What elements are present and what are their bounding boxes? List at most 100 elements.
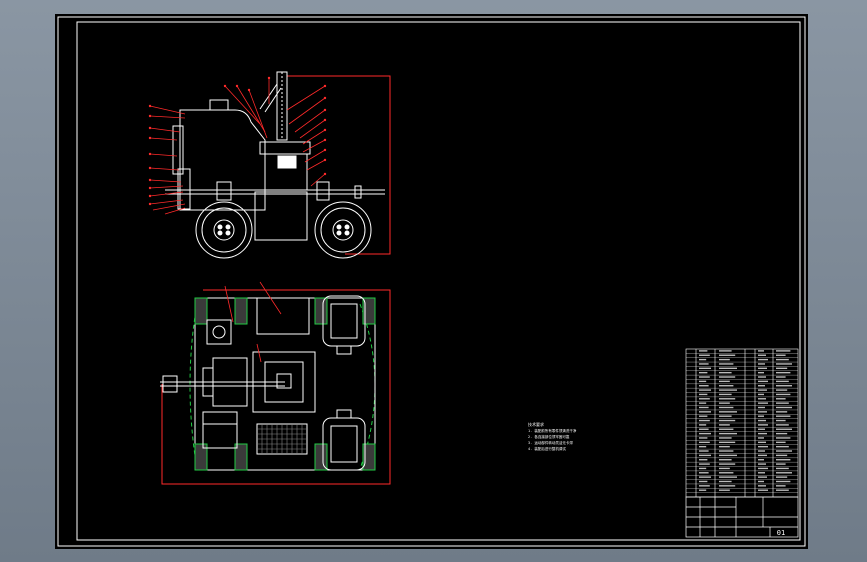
parts-list-cell-mark [758, 489, 768, 491]
parts-list-cell-mark [699, 432, 711, 435]
parts-list-cell-mark [758, 367, 767, 370]
side-view [165, 71, 391, 259]
top-view-leaders [224, 281, 282, 363]
parts-list-cell-mark [776, 467, 789, 470]
parts-list-cell-mark [758, 450, 765, 452]
parts-list-cell-mark [699, 467, 707, 470]
parts-list-cell-mark [719, 428, 734, 430]
lower-left-block [202, 411, 238, 449]
parts-list-cell-mark [699, 419, 710, 422]
mechanism-core [277, 155, 297, 169]
parts-list-cell-mark [719, 472, 734, 474]
parts-list-cell-mark [719, 411, 737, 413]
parts-list-cell-mark [699, 385, 709, 387]
note-line: 1. 装配前所有零件须清洗干净 [528, 428, 577, 433]
parts-list-cell-mark [776, 472, 792, 474]
parts-list-cell-mark [719, 398, 736, 400]
parts-list-cell-mark [776, 376, 786, 378]
parts-list-cell-mark [758, 424, 768, 426]
parts-list-cell-mark [719, 441, 736, 444]
chassis-box [254, 191, 308, 241]
parts-list-cell-mark [776, 358, 789, 361]
parts-list-cell-mark [719, 480, 732, 483]
inclined-strut [259, 83, 278, 110]
parts-list-cell-mark [758, 419, 766, 422]
parts-list-cell-mark [699, 354, 710, 356]
parts-list-cell-mark [719, 459, 732, 461]
parts-list-cell-mark [719, 450, 734, 452]
parts-list-cell-mark [776, 489, 789, 491]
parts-list-cell-mark [758, 354, 766, 356]
parts-list-cell-mark [699, 389, 711, 391]
parts-list-cell-mark [699, 376, 710, 378]
sheet-number: 01 [777, 529, 785, 537]
parts-list-cell-mark [699, 454, 711, 457]
parts-list-cell-mark [699, 476, 711, 478]
parts-list-cell-mark [758, 358, 768, 361]
parts-list-cell-mark [758, 467, 768, 470]
parts-list-cell-mark [719, 476, 737, 478]
parts-list-cell-mark [699, 445, 707, 448]
left-hub [216, 181, 232, 201]
parts-list-cell-mark [699, 350, 708, 352]
parts-list-cell-mark [776, 354, 786, 356]
parts-list-cell-mark [776, 371, 791, 374]
parts-list-cell-mark [776, 463, 786, 465]
vent-grid-lines [257, 424, 307, 454]
parts-list-cell-mark [699, 393, 708, 396]
shaft-coupling [162, 375, 178, 393]
parts-list-cell-mark [776, 350, 791, 352]
parts-list-cell-mark [699, 480, 708, 483]
parts-list-cell-mark [776, 363, 792, 365]
parts-list-cell-mark [719, 467, 730, 470]
parts-list-cell-mark [758, 441, 766, 444]
parts-list-cell-mark [719, 437, 732, 439]
parts-list-cell-mark [776, 454, 788, 457]
parts-list-cell-mark [776, 485, 786, 487]
parts-list-cell-mark [776, 367, 788, 370]
parts-list-cell-mark [699, 371, 708, 374]
right-hub [316, 181, 330, 201]
parts-list-cell-mark [699, 463, 710, 465]
parts-list-cell-mark [776, 406, 792, 409]
parts-list-cell-mark [719, 415, 732, 417]
parts-list-cell-mark [758, 398, 766, 400]
parts-list-cell-mark [719, 445, 730, 448]
parts-list-cell-mark [758, 459, 764, 461]
parts-list-cell-mark [719, 376, 736, 378]
parts-list-cell-mark [776, 459, 791, 461]
parts-list-cell-mark [776, 415, 791, 417]
right-wheel [314, 201, 372, 259]
parts-list-cell-mark [758, 415, 764, 417]
parts-list-cell-mark [699, 437, 708, 439]
parts-list-cell-mark [758, 350, 764, 352]
parts-list-cell-mark [699, 367, 711, 370]
parts-list-cell-mark [776, 424, 789, 426]
parts-list-cell-mark [699, 358, 707, 361]
left-column [172, 125, 184, 175]
parts-list-cell-mark [719, 485, 736, 487]
parts-list-cell-mark [776, 445, 789, 448]
parts-list-cell-mark [776, 398, 786, 400]
parts-list-cell-mark [758, 402, 768, 404]
notes-title: 技术要求 [528, 421, 544, 427]
parts-list-cell-mark [776, 428, 792, 430]
parts-list-cell-mark [776, 402, 789, 404]
parts-list-cell-mark [758, 437, 764, 439]
axle-end [354, 185, 362, 199]
top-cover [209, 99, 229, 111]
parts-list-cell-mark [719, 371, 732, 374]
parts-list-cell-mark [699, 402, 707, 404]
parts-list-cell-mark [758, 485, 766, 487]
parts-list-cell-mark [719, 463, 736, 465]
parts-list-cell-mark [699, 472, 709, 474]
parts-list-cell-mark [758, 454, 767, 457]
parts-list-cell-mark [758, 389, 767, 391]
parts-list-cell-mark [776, 411, 788, 413]
parts-list-cell-mark [699, 485, 710, 487]
parts-list-cell-mark [699, 441, 710, 444]
parts-list-rows [686, 353, 798, 493]
parts-list-cell-mark [719, 424, 730, 426]
motor-rear-right [322, 409, 366, 471]
parts-list-cell-mark [719, 406, 734, 409]
